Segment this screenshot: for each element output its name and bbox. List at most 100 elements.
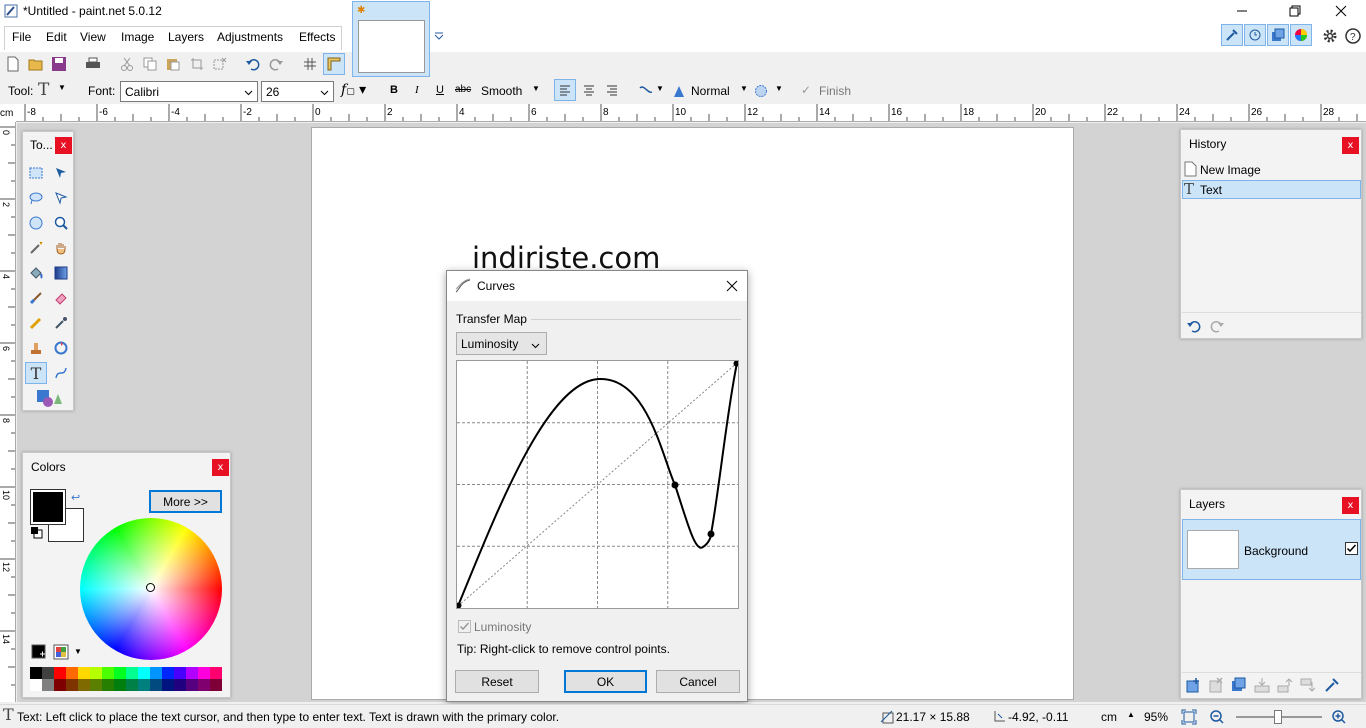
- paintbrush-icon[interactable]: [25, 287, 47, 309]
- chevron-down-icon[interactable]: [433, 31, 445, 43]
- zoom-slider[interactable]: [1236, 710, 1322, 724]
- eraser-icon[interactable]: [50, 287, 72, 309]
- minimize-icon[interactable]: [1232, 2, 1252, 20]
- layers-window-icon[interactable]: [1267, 24, 1289, 46]
- pan-hand-icon[interactable]: [50, 237, 72, 259]
- grid-icon[interactable]: [300, 55, 320, 73]
- history-item-selected[interactable]: T Text: [1182, 180, 1361, 199]
- sampling-icon[interactable]: [635, 81, 657, 101]
- reset-button[interactable]: Reset: [455, 670, 539, 693]
- align-left-icon[interactable]: [554, 79, 576, 101]
- new-file-icon[interactable]: [3, 55, 23, 73]
- zoom-slider-thumb[interactable]: [1274, 710, 1282, 724]
- palette-swatch[interactable]: [102, 679, 114, 691]
- save-icon[interactable]: [49, 55, 69, 73]
- sampling-dropdown-arrow-icon[interactable]: ▼: [656, 84, 664, 93]
- reset-colors-icon[interactable]: [30, 526, 44, 543]
- tools-window-icon[interactable]: [1221, 24, 1243, 46]
- palette-swatch[interactable]: [30, 667, 42, 679]
- palette-swatch[interactable]: [162, 667, 174, 679]
- underline-button[interactable]: U: [436, 84, 444, 96]
- layer-visibility-checkbox[interactable]: [1345, 542, 1358, 558]
- move-layer-down-icon[interactable]: [1300, 677, 1316, 696]
- menu-adjustments[interactable]: Adjustments: [217, 30, 283, 44]
- menu-file[interactable]: File: [12, 30, 31, 44]
- more-colors-button[interactable]: More >>: [149, 490, 222, 513]
- align-center-icon[interactable]: [578, 79, 600, 101]
- gradient-icon[interactable]: [50, 262, 72, 284]
- curves-close-icon[interactable]: [723, 277, 741, 295]
- open-file-icon[interactable]: [26, 55, 46, 73]
- ellipse-select-icon[interactable]: [25, 212, 47, 234]
- history-panel-close-icon[interactable]: x: [1342, 137, 1359, 154]
- blend-mode-select[interactable]: Normal: [691, 84, 730, 98]
- color-wheel[interactable]: [80, 518, 222, 660]
- ok-button[interactable]: OK: [564, 670, 647, 693]
- pencil-icon[interactable]: [25, 312, 47, 334]
- antialias-dropdown-arrow-icon[interactable]: ▼: [532, 84, 540, 93]
- line-curve-icon[interactable]: [50, 362, 72, 384]
- color-wheel-cursor[interactable]: [146, 583, 155, 592]
- close-icon[interactable]: [1331, 2, 1351, 20]
- text-icon[interactable]: T: [25, 362, 47, 384]
- help-icon[interactable]: ?: [1343, 26, 1363, 46]
- align-right-icon[interactable]: [601, 79, 623, 101]
- clone-stamp-icon[interactable]: [25, 337, 47, 359]
- units-select[interactable]: cm: [1101, 710, 1117, 724]
- font-size-select[interactable]: 26: [261, 81, 334, 102]
- zoom-level[interactable]: 95%: [1144, 710, 1168, 724]
- palette-swatch[interactable]: [78, 679, 90, 691]
- history-redo-icon[interactable]: [1209, 319, 1225, 336]
- palette-swatch[interactable]: [90, 667, 102, 679]
- finish-button[interactable]: Finish: [819, 84, 851, 98]
- strikethrough-button[interactable]: abc: [455, 84, 471, 95]
- palette-swatch[interactable]: [126, 679, 138, 691]
- palette-swatch[interactable]: [126, 667, 138, 679]
- menu-view[interactable]: View: [80, 30, 106, 44]
- antialias-select[interactable]: Smooth: [481, 84, 522, 98]
- palette-swatch[interactable]: [174, 667, 186, 679]
- lasso-select-icon[interactable]: [25, 187, 47, 209]
- curve-graph[interactable]: [455, 360, 740, 609]
- move-selected-icon[interactable]: [50, 162, 72, 184]
- duplicate-layer-icon[interactable]: [1231, 677, 1247, 696]
- palette-swatch[interactable]: [186, 667, 198, 679]
- palette-swatch[interactable]: [138, 679, 150, 691]
- selection-clipping-icon[interactable]: [752, 81, 770, 101]
- history-undo-icon[interactable]: [1186, 319, 1202, 336]
- redo-icon[interactable]: [266, 55, 286, 73]
- menu-edit[interactable]: Edit: [46, 30, 67, 44]
- palette-swatch[interactable]: [54, 679, 66, 691]
- clipping-dropdown-arrow-icon[interactable]: ▼: [775, 84, 783, 93]
- rectangle-select-icon[interactable]: [25, 162, 47, 184]
- palette-swatch[interactable]: [210, 667, 222, 679]
- text-tool-icon[interactable]: T: [38, 80, 49, 100]
- zoom-to-window-icon[interactable]: [1181, 709, 1197, 728]
- luminosity-checkbox[interactable]: [458, 620, 471, 636]
- palette-swatch[interactable]: [174, 679, 186, 691]
- zoom-out-icon[interactable]: [1209, 709, 1225, 728]
- layer-properties-icon[interactable]: [1324, 677, 1340, 696]
- palette-swatch[interactable]: [78, 667, 90, 679]
- palette-swatch[interactable]: [198, 679, 210, 691]
- font-options-icon[interactable]: f▢ ▾: [341, 82, 366, 98]
- palette-swatch[interactable]: [150, 679, 162, 691]
- menu-image[interactable]: Image: [121, 30, 154, 44]
- move-selection-icon[interactable]: [50, 187, 72, 209]
- tool-dropdown-arrow-icon[interactable]: ▼: [58, 83, 66, 92]
- color-picker-icon[interactable]: [50, 312, 72, 334]
- settings-gear-icon[interactable]: [1320, 26, 1340, 46]
- print-icon[interactable]: [83, 55, 103, 73]
- palette-swatch[interactable]: [114, 667, 126, 679]
- palette-swatch[interactable]: [54, 667, 66, 679]
- menu-layers[interactable]: Layers: [168, 30, 204, 44]
- copy-icon[interactable]: [140, 55, 160, 73]
- colors-window-icon[interactable]: [1290, 24, 1312, 46]
- image-tab-thumbnail[interactable]: ✱: [352, 1, 430, 77]
- palette-swatch[interactable]: [138, 667, 150, 679]
- palette-swatch[interactable]: [90, 679, 102, 691]
- tools-panel-close-icon[interactable]: x: [55, 137, 72, 154]
- palette-icon[interactable]: [53, 644, 69, 663]
- palette-swatch[interactable]: [186, 679, 198, 691]
- blend-mode-icon[interactable]: [670, 81, 688, 101]
